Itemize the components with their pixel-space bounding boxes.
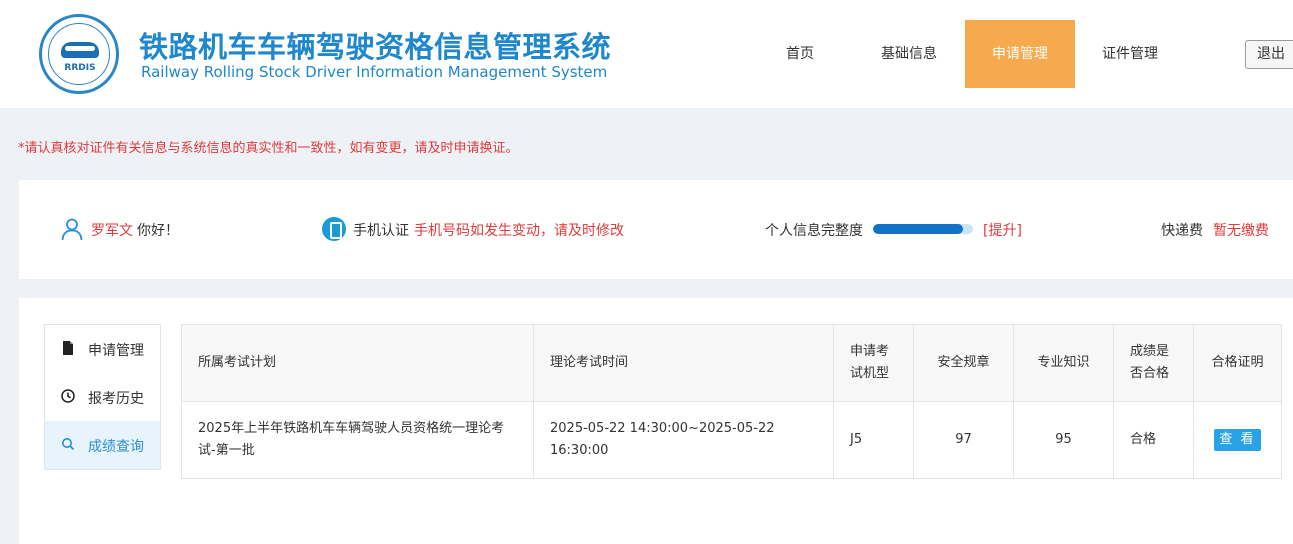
express-fee-label: 快递费 <box>1161 223 1203 239</box>
completeness-progress <box>873 224 973 234</box>
column-header-exam-time: 理论考试时间 <box>533 324 834 402</box>
completeness-label: 个人信息完整度 <box>765 223 863 239</box>
column-header-passed: 成绩是否合格 <box>1113 324 1194 402</box>
site-title: 铁路机车车辆驾驶资格信息管理系统 <box>139 30 612 64</box>
score-table: 所属考试计划 理论考试时间 申请考试机型 安全规章 专业知识 成绩是否合格 合格… <box>181 324 1282 479</box>
view-certificate-button[interactable]: 查 看 <box>1214 429 1261 451</box>
cell-safety-score: 97 <box>913 401 1014 479</box>
nav-basic-info[interactable]: 基础信息 <box>868 20 950 88</box>
completeness-progress-fill <box>873 224 963 234</box>
side-item-label: 报考历史 <box>88 391 144 407</box>
verification-notice: *请认真核对证件有关信息与系统信息的真实性和一致性，如有变更，请及时申请换证。 <box>18 141 519 156</box>
nav-certificate-management[interactable]: 证件管理 <box>1090 20 1170 88</box>
cell-certificate: 查 看 <box>1193 401 1282 479</box>
site-subtitle: Railway Rolling Stock Driver Information… <box>141 63 608 81</box>
train-icon <box>61 42 99 58</box>
user-name: 罗军文 <box>91 223 133 239</box>
clock-icon <box>61 389 75 403</box>
improve-link[interactable]: [提升] <box>983 220 1022 240</box>
column-header-machine-type: 申请考试机型 <box>833 324 914 402</box>
side-item-exam-history[interactable]: 报考历史 <box>45 373 160 421</box>
phone-icon <box>322 217 346 241</box>
logo-abbr: RRDIS <box>64 63 96 73</box>
cell-passed: 合格 <box>1113 401 1194 479</box>
side-item-score-query[interactable]: 成绩查询 <box>45 421 160 469</box>
greeting-text: 你好！ <box>137 223 179 239</box>
express-fee-value[interactable]: 暂无缴费 <box>1213 220 1269 240</box>
cell-exam-time: 2025-05-22 14:30:00~2025-05-22 16:30:00 <box>533 401 834 479</box>
user-info-bar: 罗军文 你好！ 手机认证 手机号码如发生变动，请及时修改 个人信息完整度 [提升… <box>19 180 1293 279</box>
logo: RRDIS <box>39 14 119 94</box>
cell-machine-type: J5 <box>833 401 914 479</box>
table-header-row: 所属考试计划 理论考试时间 申请考试机型 安全规章 专业知识 成绩是否合格 合格… <box>181 324 1282 402</box>
column-header-safety-rules: 安全规章 <box>913 324 1014 402</box>
logout-button[interactable]: 退出 <box>1245 40 1293 69</box>
nav-home[interactable]: 首页 <box>770 20 830 88</box>
table-row: 2025年上半年铁路机车车辆驾驶人员资格统一理论考试-第一批 2025-05-2… <box>181 401 1282 479</box>
nav-application-management[interactable]: 申请管理 <box>965 20 1075 88</box>
side-item-label: 申请管理 <box>88 343 144 359</box>
user-icon <box>61 218 83 241</box>
document-icon <box>63 341 73 355</box>
main-panel: 申请管理 报考历史 成绩查询 所属考试计划 理论考试时间 申请考试机型 安全规章… <box>19 298 1293 544</box>
side-menu: 申请管理 报考历史 成绩查询 <box>44 324 161 470</box>
cell-exam-plan: 2025年上半年铁路机车车辆驾驶人员资格统一理论考试-第一批 <box>181 401 534 479</box>
column-header-certificate: 合格证明 <box>1193 324 1282 402</box>
header: RRDIS 铁路机车车辆驾驶资格信息管理系统 Railway Rolling S… <box>0 0 1293 108</box>
phone-change-link[interactable]: 手机号码如发生变动，请及时修改 <box>414 220 624 240</box>
side-item-label: 成绩查询 <box>88 439 144 455</box>
side-item-application-management[interactable]: 申请管理 <box>45 325 160 373</box>
column-header-exam-plan: 所属考试计划 <box>181 324 534 402</box>
logo-ring: RRDIS <box>48 23 110 85</box>
search-icon <box>62 438 75 451</box>
phone-auth-label: 手机认证 <box>353 223 409 239</box>
column-header-professional-knowledge: 专业知识 <box>1013 324 1114 402</box>
cell-knowledge-score: 95 <box>1013 401 1114 479</box>
